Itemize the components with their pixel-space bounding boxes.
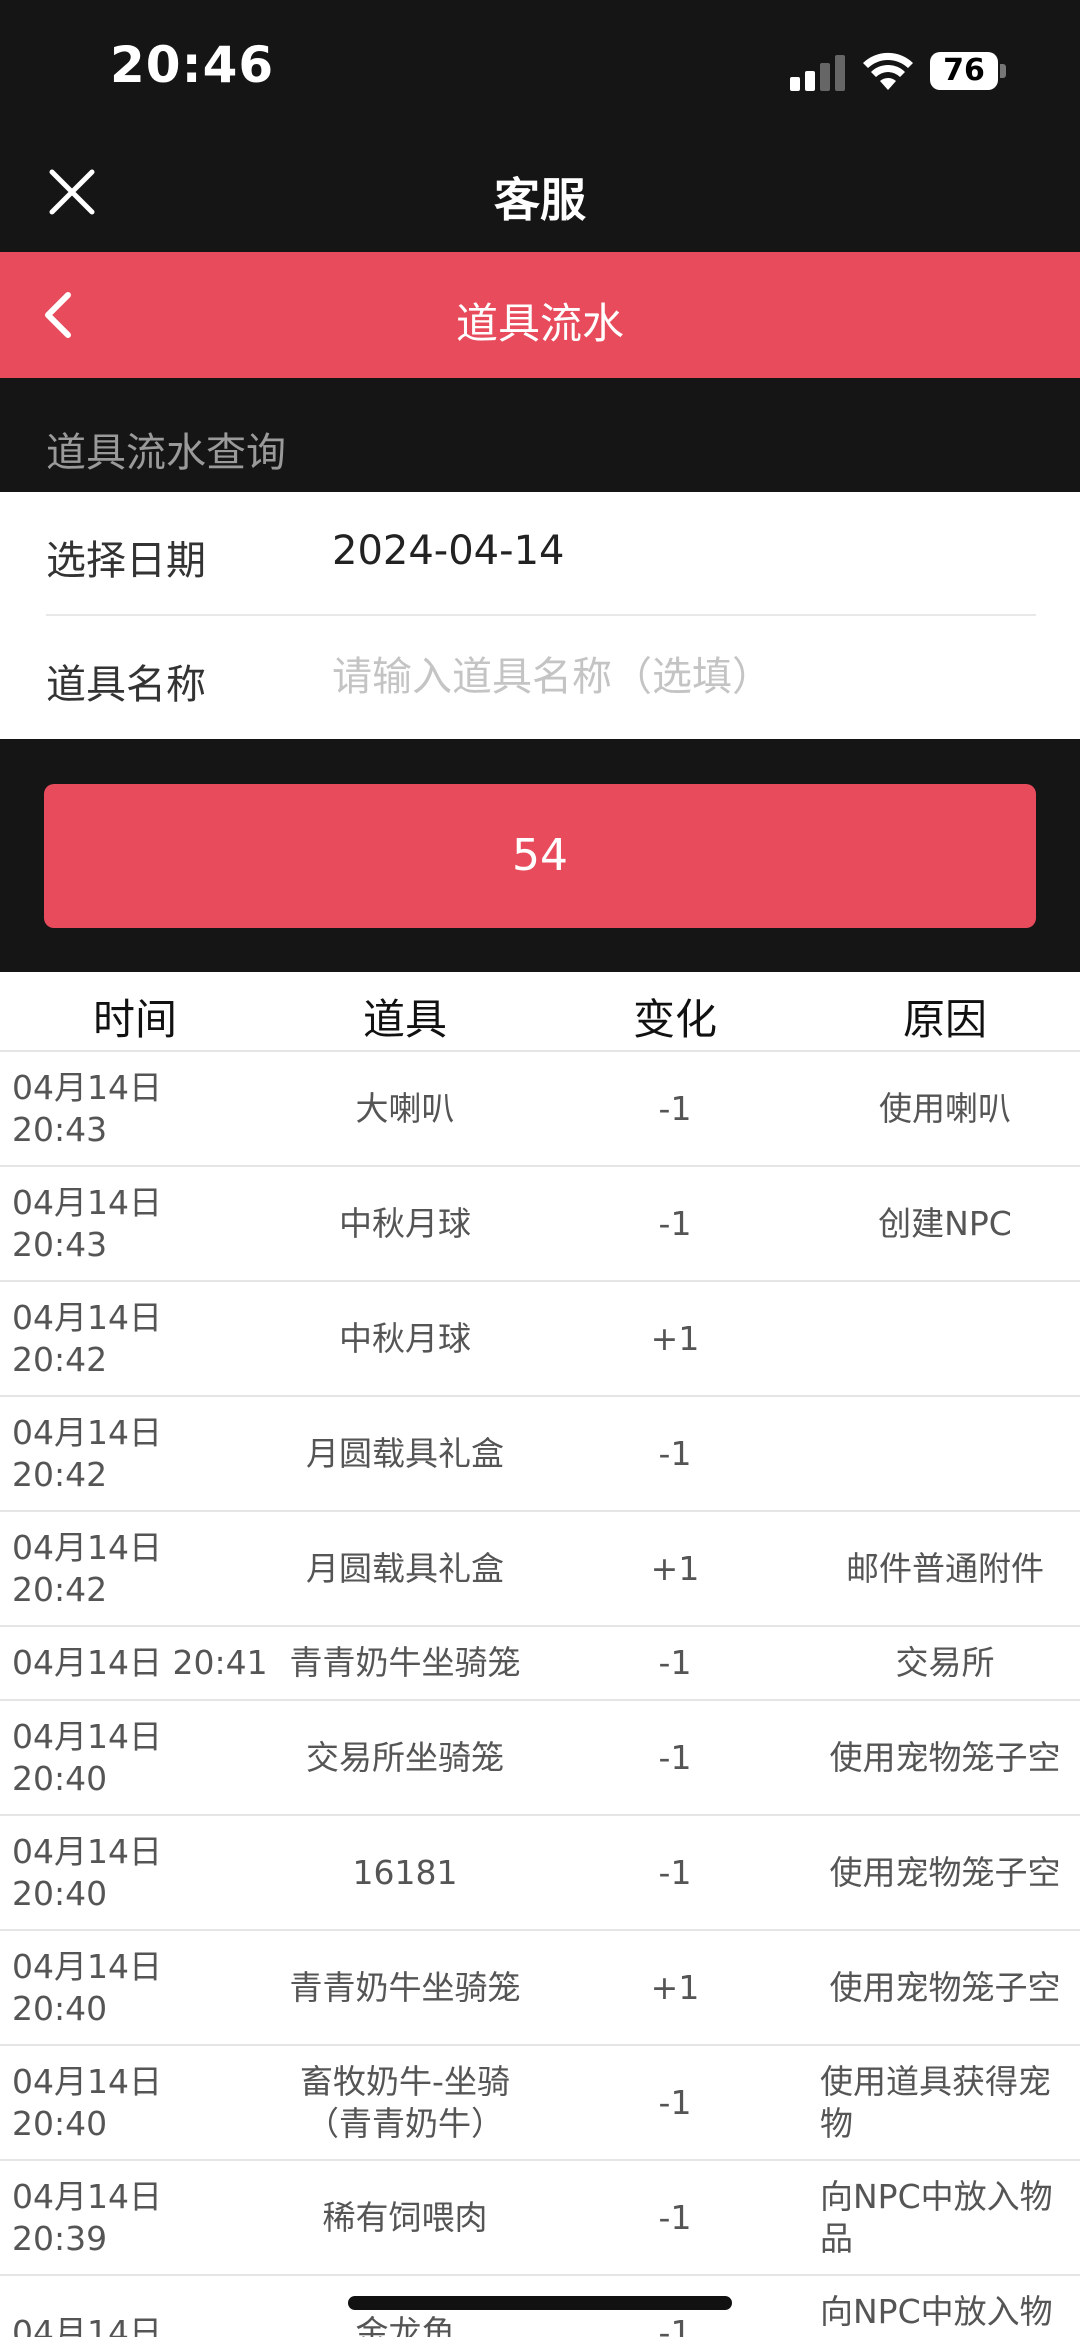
- table-row: 04月14日 20:41 青青奶牛坐骑笼 -1 交易所: [0, 1627, 1080, 1701]
- date-row[interactable]: 选择日期 2024-04-14: [0, 492, 1080, 616]
- table-row: 04月14日 20:42 中秋月球 +1: [0, 1282, 1080, 1397]
- table-row: 04月14日 20:43 大喇叭 -1 使用喇叭: [0, 1052, 1080, 1167]
- query-button[interactable]: 54: [44, 784, 1036, 928]
- item-name-label: 道具名称: [46, 662, 206, 708]
- top-nav-bar: 客服: [0, 140, 1080, 252]
- table-row: 04月14日 20:39 稀有饲喂肉 -1 向NPC中放入物品: [0, 2161, 1080, 2276]
- cell-change: -1: [658, 1852, 692, 1892]
- column-header-item: 道具: [362, 995, 447, 1044]
- cellular-signal-icon: [790, 55, 846, 91]
- date-label: 选择日期: [46, 538, 206, 584]
- cell-reason: 使用宠物笼子空: [829, 1967, 1061, 2007]
- date-picker[interactable]: 2024-04-14: [332, 528, 564, 574]
- nav-title: 客服: [494, 173, 586, 227]
- cell-item: 交易所坐骑笼: [306, 1737, 504, 1777]
- wifi-icon: [863, 52, 913, 90]
- cell-item: 月圆载具礼盒: [306, 1433, 504, 1473]
- cell-item: 稀有饲喂肉: [322, 2197, 488, 2237]
- cell-item: 大喇叭: [355, 1088, 455, 1128]
- cell-change: +1: [650, 1967, 700, 2007]
- table-row: 04月14日 20:40 16181 -1 使用宠物笼子空: [0, 1816, 1080, 1931]
- cell-reason: 创建NPC: [878, 1203, 1012, 1243]
- status-bar: 20:46 76: [0, 0, 1080, 140]
- table-header: 时间 道具 变化 原因: [0, 972, 1080, 1052]
- cell-reason: 交易所: [895, 1643, 995, 1682]
- table-row: 04月14日 20:42 月圆载具礼盒 +1 邮件普通附件: [0, 1512, 1080, 1627]
- cell-time: 04月14日 20:40: [12, 1946, 162, 2028]
- status-time: 20:46: [110, 36, 275, 94]
- battery-level: 76: [930, 52, 998, 90]
- column-header-time: 时间: [92, 995, 177, 1044]
- item-name-input[interactable]: [332, 642, 1032, 712]
- cell-change: -1: [658, 1643, 692, 1682]
- cell-change: -1: [658, 1203, 692, 1243]
- cell-reason: [810, 1397, 1080, 1510]
- column-header-change: 变化: [632, 995, 717, 1044]
- cell-time: 04月14日 20:40: [12, 2061, 162, 2143]
- table-row: 04月14日 20:40 青青奶牛坐骑笼 +1 使用宠物笼子空: [0, 1931, 1080, 2046]
- column-header-reason: 原因: [902, 995, 987, 1044]
- cell-change: -1: [658, 1088, 692, 1128]
- cell-change: +1: [650, 1318, 700, 1358]
- cell-change: -1: [658, 2197, 692, 2237]
- page-header: 道具流水: [0, 252, 1080, 378]
- cell-time: 04月14日 20:43: [12, 1182, 162, 1264]
- cell-change: +1: [650, 1548, 700, 1588]
- cell-reason: 向NPC中放入物品: [820, 2176, 1053, 2258]
- cell-time: 04月14日 20:42: [12, 1527, 162, 1609]
- cell-item: 月圆载具礼盒: [306, 1548, 504, 1588]
- cell-time: 04月14日 20:41: [12, 1643, 268, 1682]
- cell-reason: 使用喇叭: [879, 1088, 1011, 1128]
- home-indicator[interactable]: [348, 2296, 732, 2310]
- cell-item: 畜牧奶牛-坐骑（青青奶牛）: [300, 2061, 510, 2143]
- table-row: 04月14日 20:40 交易所坐骑笼 -1 使用宠物笼子空: [0, 1701, 1080, 1816]
- cell-reason: [810, 1282, 1080, 1395]
- cell-item: 中秋月球: [339, 1203, 471, 1243]
- cell-time: 04月14日 20:43: [12, 1067, 162, 1149]
- cell-time: 04月14日 20:39: [12, 2176, 162, 2258]
- cell-time: 04月14日 20:40: [12, 1716, 162, 1798]
- table-row: 04月14日 20:42 月圆载具礼盒 -1: [0, 1397, 1080, 1512]
- battery-icon: 76: [930, 52, 1006, 90]
- cell-change: -1: [658, 1737, 692, 1777]
- cell-item: 青青奶牛坐骑笼: [289, 1643, 521, 1682]
- query-form: 选择日期 2024-04-14 道具名称: [0, 492, 1080, 739]
- cell-time: 04月14日: [12, 2312, 162, 2337]
- app-screen: 20:46 76 客服 道具流水 道具流水查询 选择日期 2024-04-14 …: [0, 0, 1080, 2337]
- item-log-table: 时间 道具 变化 原因 04月14日 20:43 大喇叭 -1 使用喇叭 04月…: [0, 972, 1080, 2337]
- cell-reason: 使用宠物笼子空: [829, 1737, 1061, 1777]
- table-row: 04月14日 20:40 畜牧奶牛-坐骑（青青奶牛） -1 使用道具获得宠物: [0, 2046, 1080, 2161]
- cell-time: 04月14日 20:40: [12, 1831, 162, 1913]
- cell-reason: 使用宠物笼子空: [829, 1852, 1061, 1892]
- cell-time: 04月14日 20:42: [12, 1297, 162, 1379]
- cell-item: 中秋月球: [339, 1318, 471, 1358]
- cell-item: 青青奶牛坐骑笼: [289, 1967, 521, 2007]
- cell-time: 04月14日 20:42: [12, 1412, 162, 1494]
- cell-reason: 使用道具获得宠物: [820, 2061, 1051, 2143]
- cell-change: -1: [658, 2082, 692, 2122]
- cell-reason: 向NPC中放入物品: [820, 2291, 1053, 2337]
- page-title: 道具流水: [455, 299, 624, 348]
- table-row: 04月14日 20:43 中秋月球 -1 创建NPC: [0, 1167, 1080, 1282]
- cell-item: 16181: [352, 1852, 458, 1892]
- item-name-row: 道具名称: [0, 616, 1080, 739]
- section-label: 道具流水查询: [46, 430, 286, 476]
- cell-change: -1: [658, 1433, 692, 1473]
- cell-reason: 邮件普通附件: [846, 1548, 1044, 1588]
